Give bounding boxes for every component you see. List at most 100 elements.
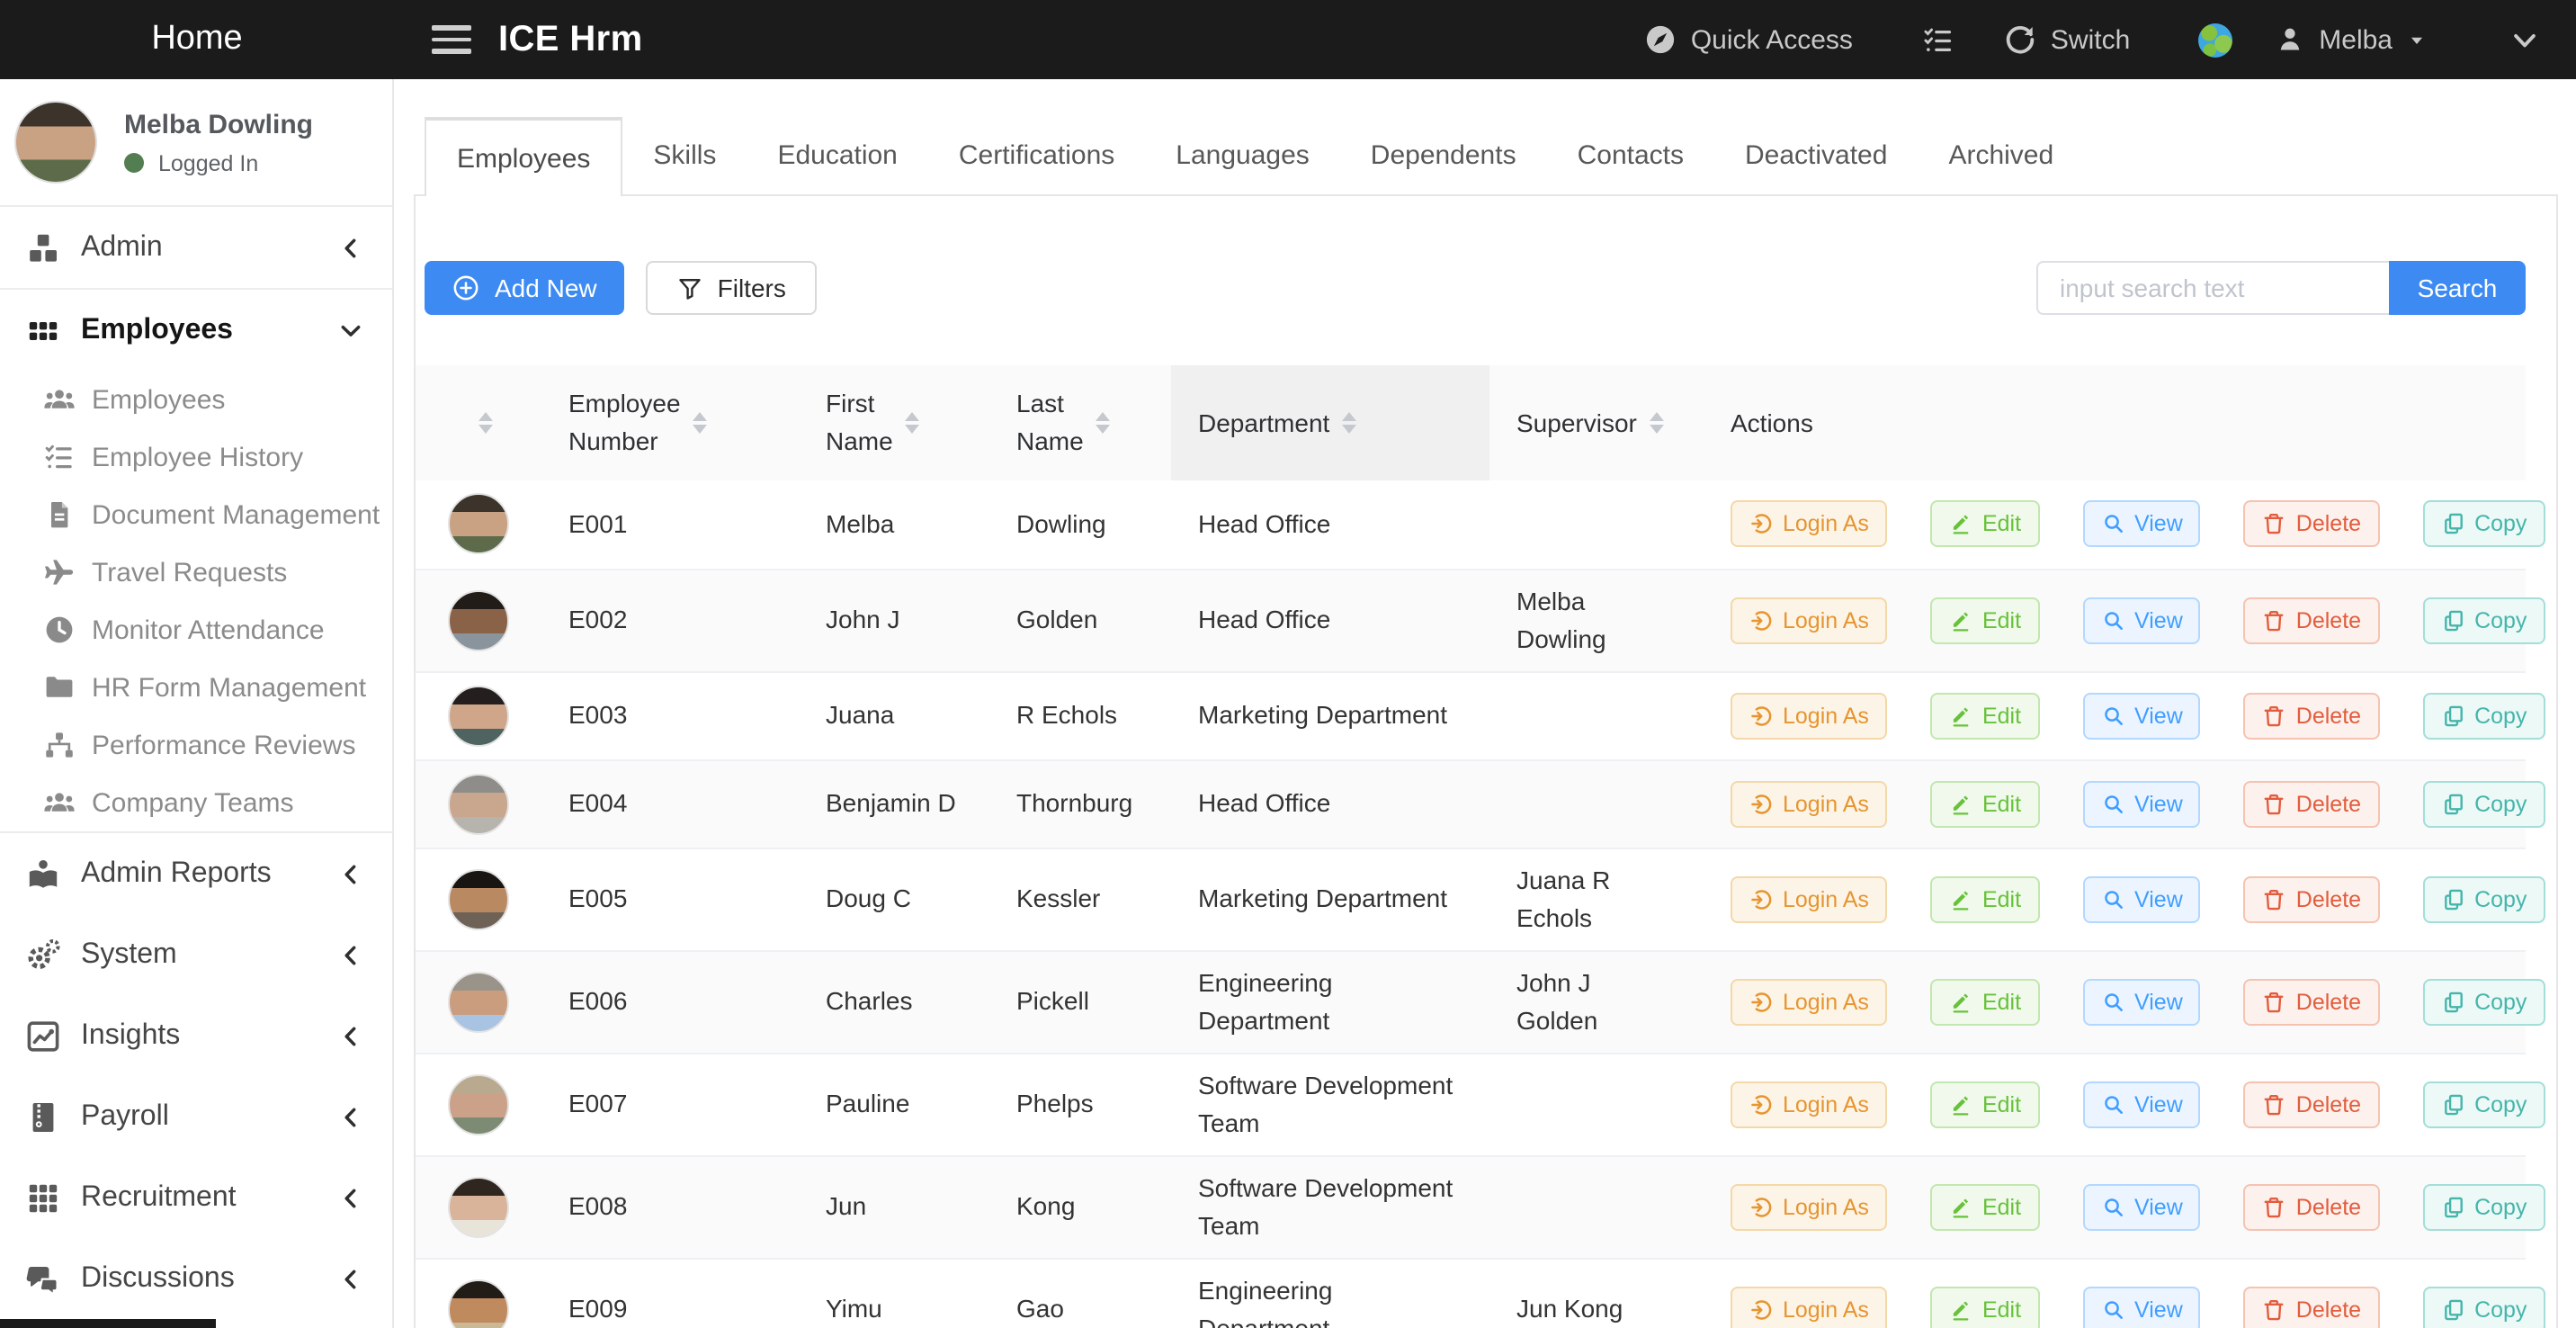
edit-button[interactable]: Edit — [1930, 692, 2039, 739]
sidebar-item-employees[interactable]: Employees — [0, 371, 392, 428]
copy-button[interactable]: Copy — [2422, 1286, 2545, 1328]
tab-archived[interactable]: Archived — [1918, 117, 2084, 194]
employee-avatar[interactable] — [448, 589, 509, 651]
copy-button[interactable]: Copy — [2422, 1081, 2545, 1127]
employee-avatar[interactable] — [448, 685, 509, 746]
delete-button[interactable]: Delete — [2244, 597, 2379, 643]
delete-button[interactable]: Delete — [2244, 1081, 2379, 1127]
edit-button[interactable]: Edit — [1930, 978, 2039, 1025]
copy-button[interactable]: Copy — [2422, 1183, 2545, 1230]
view-button[interactable]: View — [2082, 1286, 2201, 1328]
login-as-button[interactable]: Login As — [1731, 501, 1887, 548]
column-header-first-name[interactable]: First Name — [799, 365, 989, 480]
navbar-collapse-chevron-icon[interactable] — [2509, 24, 2540, 55]
search-input[interactable] — [2036, 261, 2389, 315]
sidebar-item-hr-form-management[interactable]: HR Form Management — [0, 659, 392, 716]
employee-avatar[interactable] — [448, 1073, 509, 1135]
tab-contacts[interactable]: Contacts — [1547, 117, 1714, 194]
employee-avatar[interactable] — [448, 1279, 509, 1328]
sidebar-group-discussions[interactable]: Discussions — [0, 1238, 392, 1319]
employee-avatar[interactable] — [448, 1176, 509, 1237]
sidebar-item-performance-reviews[interactable]: Performance Reviews — [0, 716, 392, 774]
login-as-button[interactable]: Login As — [1731, 1286, 1887, 1328]
login-as-button[interactable]: Login As — [1731, 780, 1887, 827]
login-as-button[interactable]: Login As — [1731, 1183, 1887, 1230]
employee-avatar[interactable] — [448, 494, 509, 555]
copy-button[interactable]: Copy — [2422, 501, 2545, 548]
nav-home-link[interactable]: Home — [0, 20, 394, 59]
login-as-button[interactable]: Login As — [1731, 692, 1887, 739]
column-header-last-name[interactable]: Last Name — [989, 365, 1171, 480]
sidebar-item-monitor-attendance[interactable]: Monitor Attendance — [0, 601, 392, 659]
sort-carets-icon[interactable] — [1096, 412, 1111, 434]
delete-button[interactable]: Delete — [2244, 1183, 2379, 1230]
sidebar-group-admin[interactable]: Admin — [0, 207, 392, 288]
profile-avatar[interactable] — [14, 101, 97, 184]
delete-button[interactable]: Delete — [2244, 1286, 2379, 1328]
sidebar-item-company-teams[interactable]: Company Teams — [0, 774, 392, 831]
login-as-button[interactable]: Login As — [1731, 875, 1887, 922]
view-button[interactable]: View — [2082, 1183, 2201, 1230]
sidebar-group-admin-reports[interactable]: Admin Reports — [0, 833, 392, 914]
copy-button[interactable]: Copy — [2422, 780, 2545, 827]
login-as-button[interactable]: Login As — [1731, 978, 1887, 1025]
sidebar-group-employees[interactable]: Employees — [0, 290, 392, 371]
edit-button[interactable]: Edit — [1930, 1081, 2039, 1127]
search-button[interactable]: Search — [2389, 261, 2526, 315]
tab-dependents[interactable]: Dependents — [1340, 117, 1547, 194]
sidebar-item-document-management[interactable]: Document Management — [0, 486, 392, 543]
sidebar-group-payroll[interactable]: Payroll — [0, 1076, 392, 1157]
edit-button[interactable]: Edit — [1930, 597, 2039, 643]
employee-avatar[interactable] — [448, 868, 509, 929]
sidebar-item-travel-requests[interactable]: Travel Requests — [0, 543, 392, 601]
delete-button[interactable]: Delete — [2244, 692, 2379, 739]
edit-button[interactable]: Edit — [1930, 1286, 2039, 1328]
edit-button[interactable]: Edit — [1930, 1183, 2039, 1230]
sort-carets-icon[interactable] — [906, 412, 920, 434]
sort-carets-icon[interactable] — [1650, 412, 1664, 434]
filters-button[interactable]: Filters — [646, 261, 817, 315]
column-header-department[interactable]: Department — [1171, 365, 1489, 480]
view-button[interactable]: View — [2082, 1081, 2201, 1127]
switch-user-button[interactable]: Switch — [2004, 23, 2130, 56]
copy-button[interactable]: Copy — [2422, 597, 2545, 643]
login-as-button[interactable]: Login As — [1731, 597, 1887, 643]
view-button[interactable]: View — [2082, 978, 2201, 1025]
tasks-checklist-icon[interactable] — [1921, 22, 1955, 57]
add-new-button[interactable]: Add New — [425, 261, 624, 315]
edit-button[interactable]: Edit — [1930, 501, 2039, 548]
employee-avatar[interactable] — [448, 971, 509, 1032]
sidebar-group-insights[interactable]: Insights — [0, 995, 392, 1076]
tab-skills[interactable]: Skills — [622, 117, 747, 194]
sort-carets-icon[interactable] — [1342, 412, 1356, 434]
edit-button[interactable]: Edit — [1930, 875, 2039, 922]
tab-languages[interactable]: Languages — [1145, 117, 1340, 194]
sidebar-group-system[interactable]: System — [0, 914, 392, 995]
user-menu[interactable]: Melba — [2276, 24, 2427, 55]
sidebar-item-employee-history[interactable]: Employee History — [0, 428, 392, 486]
delete-button[interactable]: Delete — [2244, 978, 2379, 1025]
sidebar-group-recruitment[interactable]: Recruitment — [0, 1157, 392, 1238]
copy-button[interactable]: Copy — [2422, 692, 2545, 739]
edit-button[interactable]: Edit — [1930, 780, 2039, 827]
sort-carets-icon[interactable] — [478, 412, 492, 434]
copy-button[interactable]: Copy — [2422, 875, 2545, 922]
column-header-sort[interactable] — [416, 365, 541, 480]
delete-button[interactable]: Delete — [2244, 501, 2379, 548]
tab-employees[interactable]: Employees — [425, 117, 622, 196]
copy-button[interactable]: Copy — [2422, 978, 2545, 1025]
tab-deactivated[interactable]: Deactivated — [1714, 117, 1918, 194]
login-as-button[interactable]: Login As — [1731, 1081, 1887, 1127]
tab-education[interactable]: Education — [747, 117, 927, 194]
language-globe-icon[interactable] — [2198, 22, 2232, 57]
view-button[interactable]: View — [2082, 692, 2201, 739]
hamburger-menu-icon[interactable] — [432, 17, 471, 61]
view-button[interactable]: View — [2082, 501, 2201, 548]
delete-button[interactable]: Delete — [2244, 875, 2379, 922]
tab-certifications[interactable]: Certifications — [928, 117, 1145, 194]
quick-access-button[interactable]: Quick Access — [1644, 23, 1853, 56]
view-button[interactable]: View — [2082, 875, 2201, 922]
employee-avatar[interactable] — [448, 773, 509, 834]
column-header-supervisor[interactable]: Supervisor — [1489, 365, 1727, 480]
sort-carets-icon[interactable] — [693, 412, 708, 434]
